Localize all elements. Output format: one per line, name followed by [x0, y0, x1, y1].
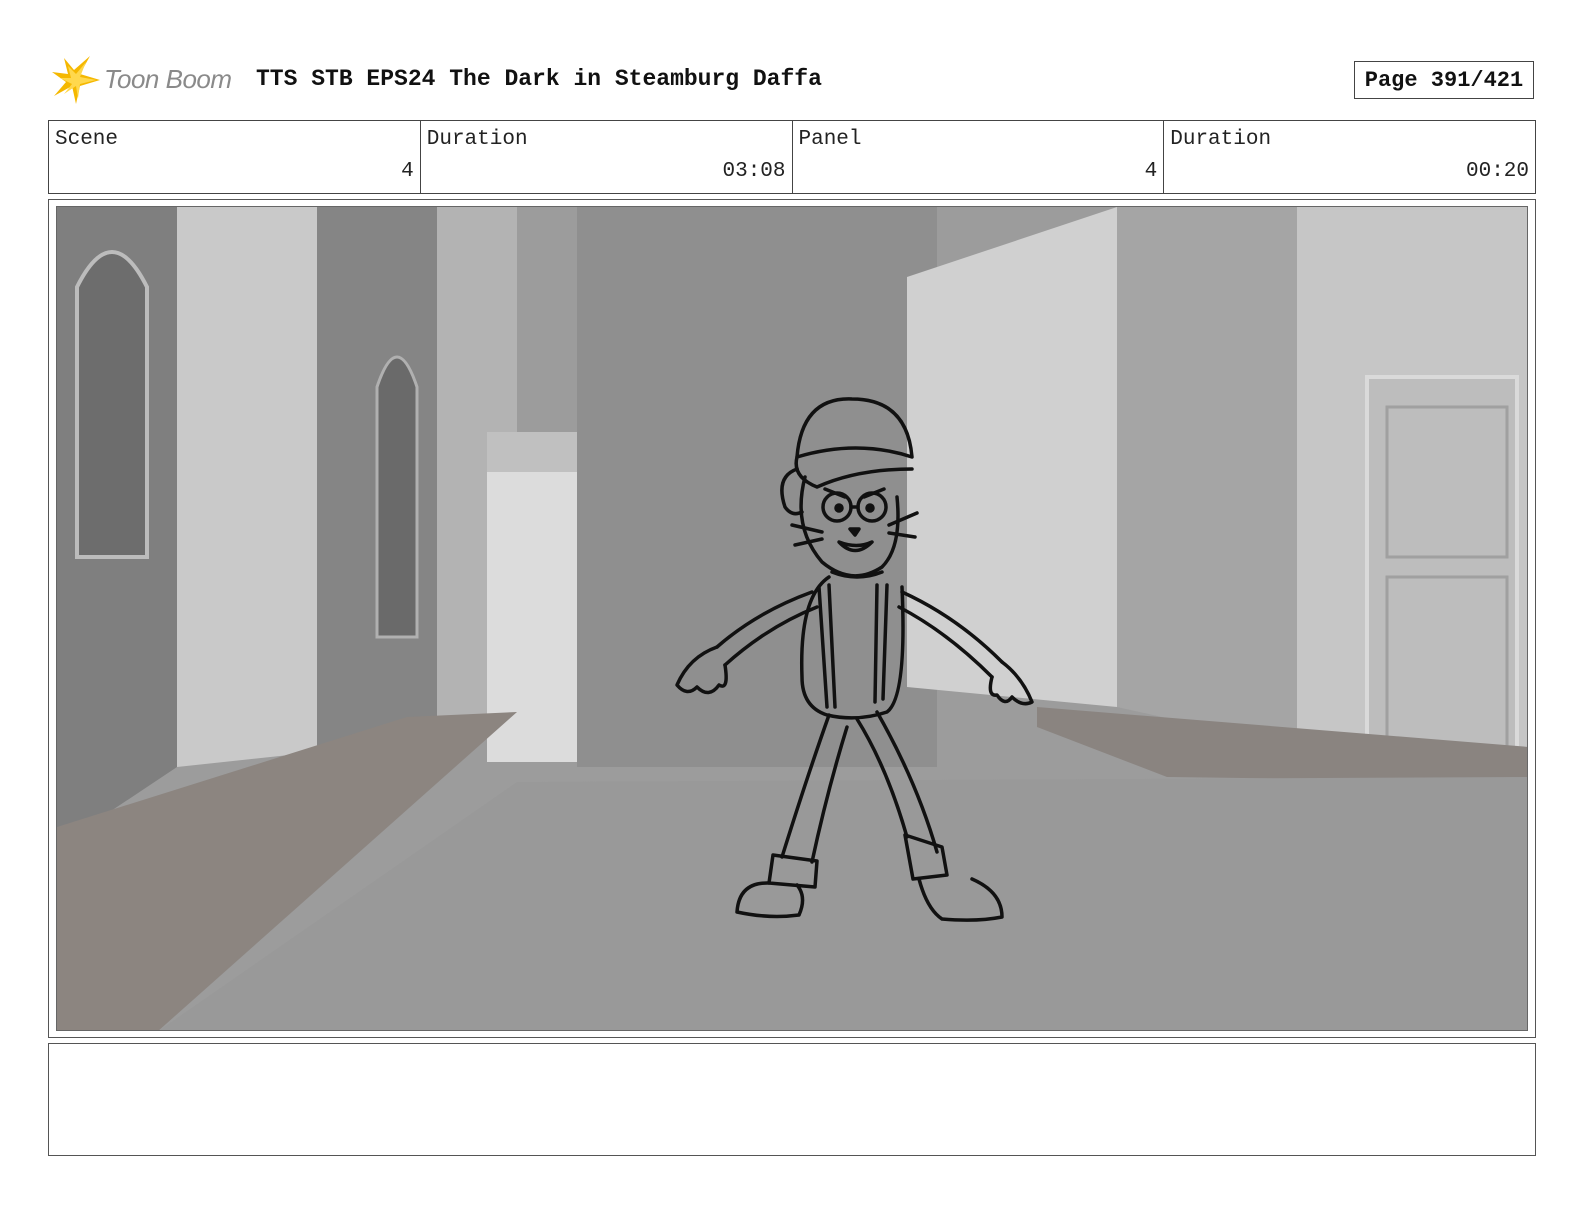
scene-duration-cell: Duration 03:08: [421, 121, 793, 193]
panel-notes-box: [48, 1043, 1536, 1156]
storyboard-sketch-icon: [57, 207, 1527, 1030]
logo-text: Toon Boom: [104, 64, 232, 94]
document-title: TTS STB EPS24 The Dark in Steamburg Daff…: [256, 66, 822, 92]
scene-cell: Scene 4: [49, 121, 421, 193]
panel-duration-value: 00:20: [1465, 160, 1529, 183]
scene-duration-value: 03:08: [722, 160, 786, 183]
scene-label: Scene: [55, 128, 119, 151]
panel-cell: Panel 4: [793, 121, 1165, 193]
storyboard-panel-image: [56, 206, 1528, 1031]
starburst-icon: [52, 56, 100, 104]
panel-value: 4: [1144, 160, 1158, 183]
panel-duration-label: Duration: [1170, 128, 1272, 151]
panel-label: Panel: [798, 128, 862, 151]
scene-info-table: Scene 4 Duration 03:08 Panel 4 Duration …: [48, 120, 1536, 194]
scene-value: 4: [401, 160, 414, 183]
page-number: Page 391/421: [1354, 61, 1534, 99]
panel-duration-cell: Duration 00:20: [1164, 121, 1535, 193]
toon-boom-logo: Toon Boom: [50, 52, 240, 108]
scene-duration-label: Duration: [426, 128, 528, 151]
